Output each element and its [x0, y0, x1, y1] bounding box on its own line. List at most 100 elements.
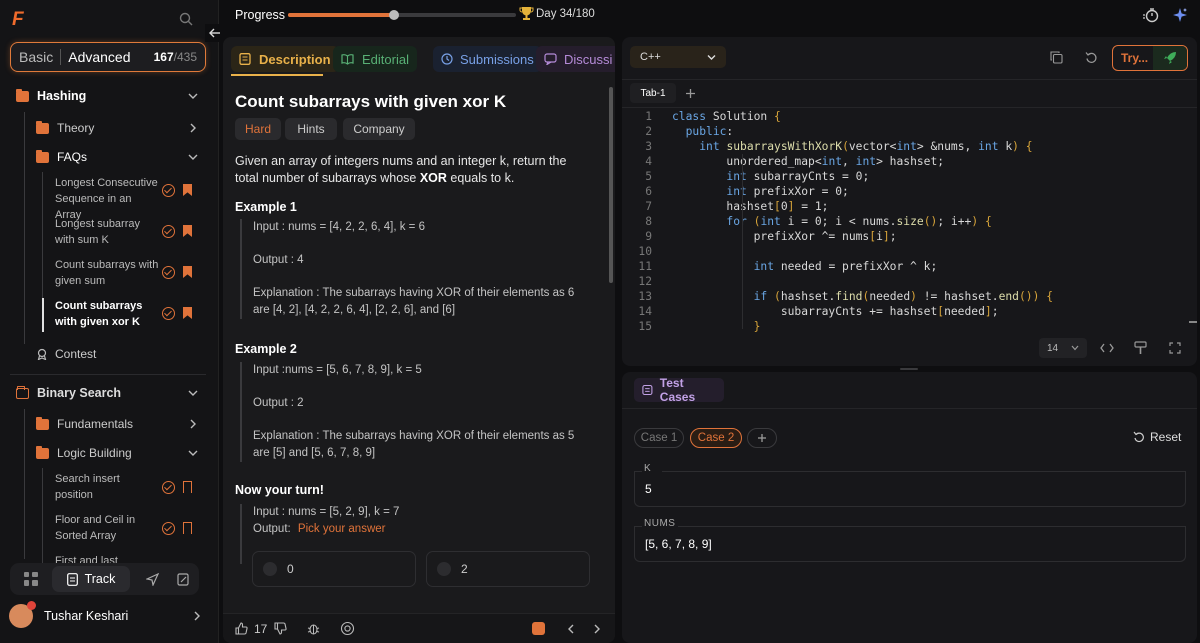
avatar	[9, 601, 36, 628]
logic-item[interactable]: Floor and Ceil in Sorted Array	[55, 512, 160, 544]
add-case-button[interactable]	[747, 428, 777, 448]
day-counter: Day 34/180	[536, 8, 595, 20]
sidebar-item-faqs[interactable]: FAQs	[36, 146, 201, 168]
tab-editorial[interactable]: Editorial	[333, 46, 417, 72]
sidebar-item-theory[interactable]: Theory	[36, 117, 201, 139]
hints-button[interactable]: Hints	[285, 118, 337, 140]
code-brackets-icon[interactable]	[1100, 343, 1114, 353]
test-cases-panel: Test Cases Case 1 Case 2 Reset K 5 NUMS …	[622, 372, 1197, 643]
fullscreen-icon[interactable]	[1169, 342, 1181, 354]
k-input[interactable]: 5	[634, 471, 1186, 507]
copy-icon[interactable]	[1050, 51, 1063, 64]
bookmark-icon[interactable]	[183, 266, 192, 278]
checkbox-icon[interactable]	[532, 622, 545, 635]
language-select[interactable]: C++	[630, 46, 726, 68]
run-button[interactable]	[1153, 46, 1187, 70]
try-button[interactable]: Try...	[1112, 45, 1188, 71]
chevron-down-icon[interactable]	[188, 448, 198, 458]
sidebar-item-contest[interactable]: Contest	[36, 343, 196, 365]
file-tab[interactable]: Tab-1	[630, 83, 676, 103]
chevron-right-icon[interactable]	[188, 123, 198, 133]
divider	[60, 49, 62, 65]
mode-toggle[interactable]: Basic Advanced 167/435	[10, 42, 206, 72]
faq-item-active[interactable]: Count subarrays with given xor K	[55, 298, 160, 330]
bookmark-outline-icon[interactable]	[183, 481, 192, 493]
chevron-right-icon[interactable]	[593, 624, 601, 634]
chevron-down-icon[interactable]	[188, 91, 198, 101]
user-profile[interactable]: Tushar Keshari	[0, 601, 206, 631]
progress-knob[interactable]	[388, 10, 399, 20]
code-line: 9 prefixXor ^= nums[i];	[645, 230, 897, 243]
answer-option[interactable]: 2	[426, 551, 590, 587]
reset-button[interactable]: Reset	[1133, 430, 1181, 444]
code-line: 1 class Solution {	[645, 110, 781, 123]
example-input: Input :nums = [5, 6, 7, 8, 9], k = 5	[253, 364, 422, 376]
try-output: Output: Pick your answer	[253, 523, 386, 535]
faq-item[interactable]: Longest subarray with sum K	[55, 216, 160, 248]
sidebar-item-label: Theory	[57, 121, 95, 135]
plus-icon[interactable]	[685, 88, 696, 99]
example-output: Output : 4	[253, 254, 304, 266]
case-1-tab[interactable]: Case 1	[634, 428, 684, 448]
try-input: Input : nums = [5, 2, 9], k = 7	[253, 506, 400, 518]
check-circle-icon	[162, 307, 175, 320]
bookmark-icon[interactable]	[183, 307, 192, 319]
logic-item[interactable]: First and last	[55, 553, 160, 563]
sidebar-item-label: Fundamentals	[57, 417, 134, 431]
support-icon[interactable]	[340, 621, 355, 636]
chevron-down-icon	[707, 54, 716, 60]
sidebar-item-binary-search[interactable]: Binary Search	[16, 382, 202, 404]
radio-button[interactable]	[437, 562, 451, 576]
field-border	[678, 526, 1186, 527]
thumbs-down-icon[interactable]	[274, 622, 287, 635]
sidebar-item-logic-building[interactable]: Logic Building	[36, 442, 201, 464]
answer-option[interactable]: 0	[252, 551, 416, 587]
sparkle-icon[interactable]	[1172, 7, 1188, 23]
edit-document-icon[interactable]	[177, 572, 190, 586]
thumbs-up-icon[interactable]	[235, 622, 248, 635]
try-heading: Now your turn!	[235, 483, 324, 497]
scrollbar-mark	[1189, 321, 1197, 323]
tab-discussion[interactable]: Discussi	[536, 46, 615, 72]
chevron-down-icon	[1071, 345, 1079, 351]
tab-label: Submissions	[460, 51, 534, 67]
logic-item[interactable]: Search insert position	[55, 471, 160, 503]
app-logo[interactable]: F	[12, 9, 24, 31]
reset-code-icon[interactable]	[1085, 51, 1098, 64]
difficulty-badge: Hard	[235, 118, 281, 140]
example-input: Input : nums = [4, 2, 2, 6, 4], k = 6	[253, 221, 425, 233]
code-line: 15 }	[638, 320, 761, 333]
sidebar-item-fundamentals[interactable]: Fundamentals	[36, 413, 201, 435]
nums-input[interactable]: [5, 6, 7, 8, 9]	[634, 526, 1186, 562]
resize-handle[interactable]	[900, 368, 918, 370]
case-2-tab[interactable]: Case 2	[690, 428, 742, 448]
tab-test-cases[interactable]: Test Cases	[634, 376, 724, 404]
send-icon[interactable]	[146, 572, 159, 586]
timer-icon[interactable]	[1142, 8, 1159, 23]
tab-description[interactable]: Description	[231, 46, 339, 72]
chevron-down-icon[interactable]	[188, 152, 198, 162]
faq-item[interactable]: Count subarrays with given sum	[55, 257, 160, 289]
sidebar-item-hashing[interactable]: Hashing	[16, 85, 202, 107]
track-button[interactable]: Track	[52, 566, 130, 592]
mode-advanced[interactable]: Advanced	[68, 49, 130, 65]
font-size-select[interactable]: 14	[1039, 338, 1087, 358]
bookmark-outline-icon[interactable]	[183, 522, 192, 534]
sidebar-item-label: Binary Search	[37, 386, 122, 400]
grid-icon[interactable]	[24, 572, 38, 586]
sidebar-item-label: Contest	[55, 347, 97, 361]
search-icon[interactable]	[179, 12, 193, 26]
bookmark-icon[interactable]	[183, 184, 192, 196]
company-button[interactable]: Company	[343, 118, 415, 140]
format-brush-icon[interactable]	[1134, 341, 1147, 355]
chevron-left-icon[interactable]	[567, 624, 575, 634]
chevron-down-icon[interactable]	[188, 388, 198, 398]
radio-button[interactable]	[263, 562, 277, 576]
scrollbar-thumb[interactable]	[609, 87, 613, 283]
bug-icon[interactable]	[307, 622, 320, 635]
code-area[interactable]: 1 class Solution { 2 public: 3 int subarr…	[622, 109, 1197, 337]
mode-basic[interactable]: Basic	[19, 49, 53, 65]
tab-submissions[interactable]: Submissions	[433, 46, 542, 72]
chevron-right-icon[interactable]	[188, 419, 198, 429]
bookmark-icon[interactable]	[183, 225, 192, 237]
